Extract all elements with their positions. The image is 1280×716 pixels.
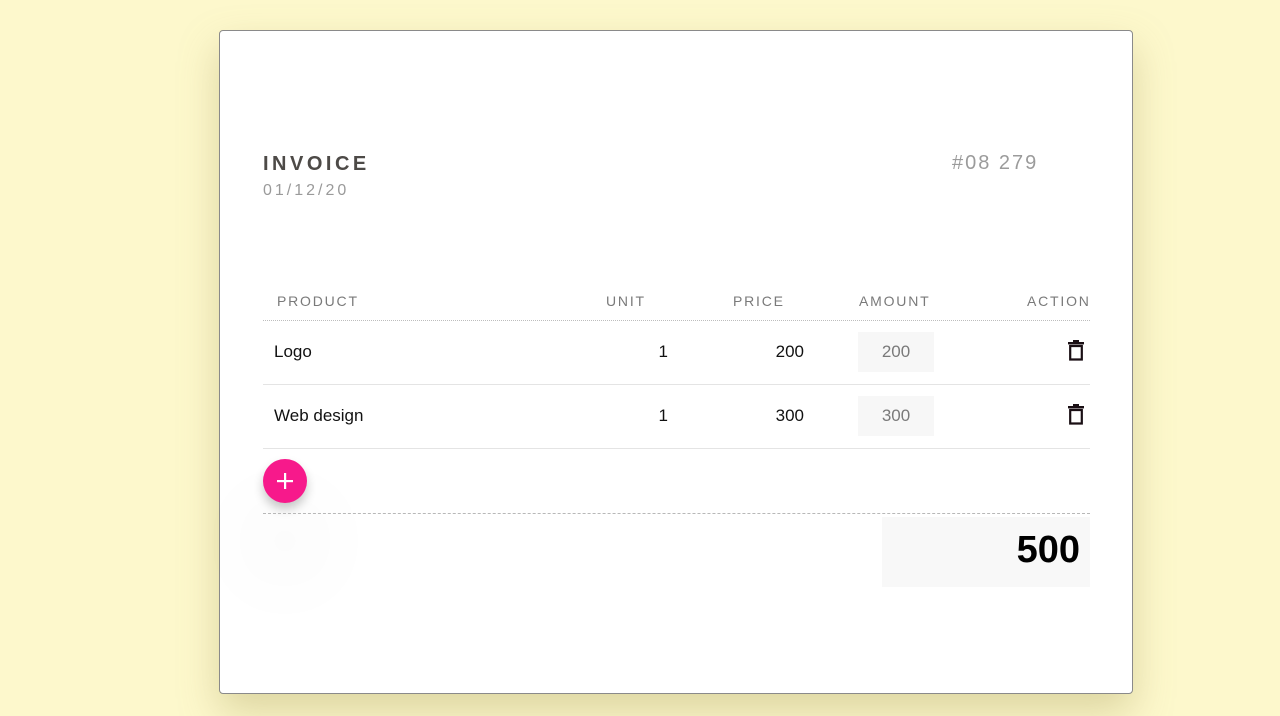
header-price: PRICE xyxy=(733,293,785,309)
table-row: Logo 1 200 200 xyxy=(263,321,1090,385)
plus-icon xyxy=(277,473,293,489)
invoice-title: INVOICE xyxy=(263,153,370,175)
product-name: Logo xyxy=(274,342,312,361)
header-product: PRODUCT xyxy=(277,293,359,309)
trash-icon xyxy=(1068,404,1084,425)
total-divider xyxy=(263,513,1090,514)
amount-value: 200 xyxy=(858,332,934,372)
add-row-button[interactable] xyxy=(263,459,307,503)
invoice-date: 01/12/20 xyxy=(263,182,350,199)
invoice-card: INVOICE 01/12/20 #08 279 PRODUCT UNIT PR… xyxy=(219,30,1133,694)
total-value: 500 xyxy=(1016,529,1080,571)
price-value: 300 xyxy=(775,406,804,425)
trash-icon xyxy=(1068,340,1084,361)
price-value: 200 xyxy=(775,342,804,361)
table-row: Web design 1 300 300 xyxy=(263,385,1090,449)
total-box: 500 xyxy=(882,517,1090,587)
invoice-number: #08 279 xyxy=(952,152,1039,174)
unit-value: 1 xyxy=(658,342,668,361)
header-amount: AMOUNT xyxy=(859,293,931,309)
header-action: ACTION xyxy=(1027,293,1091,309)
delete-row-button[interactable] xyxy=(1068,403,1084,425)
delete-row-button[interactable] xyxy=(1068,339,1084,361)
unit-value: 1 xyxy=(658,406,668,425)
header-unit: UNIT xyxy=(606,293,646,309)
product-name: Web design xyxy=(274,406,364,425)
amount-value: 300 xyxy=(858,396,934,436)
